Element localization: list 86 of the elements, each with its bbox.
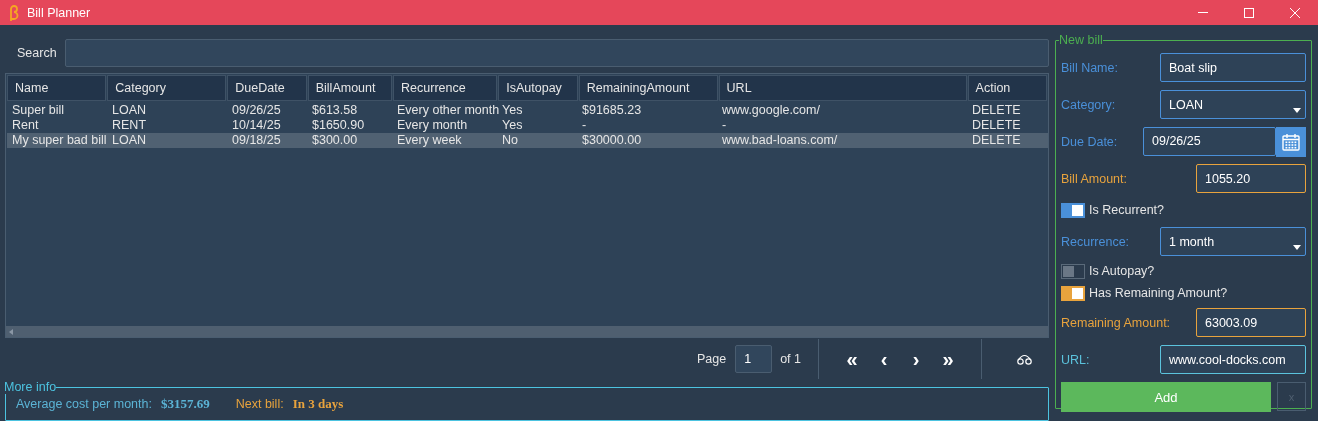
page-label: Page [696, 352, 727, 366]
field-label: Remaining Amount: [1061, 315, 1171, 330]
delete-link[interactable]: DELETE [967, 118, 1047, 133]
table-cell-text: $300.00 [311, 133, 359, 148]
table-cell-text: Every other month [396, 103, 497, 118]
window-title: Bill Planner [27, 5, 92, 20]
page-nav-button[interactable]: « [836, 344, 868, 374]
page-input[interactable]: 1 [735, 345, 773, 373]
table-row[interactable]: Rent RENT 10/14/25 $1650.90 Every month Yes - - DELETE [7, 118, 1048, 133]
delete-link[interactable]: DELETE [967, 103, 1047, 118]
column-header[interactable]: RemainingAmount [578, 75, 718, 101]
scroll-left-icon [9, 329, 13, 335]
field-label: Bill Name: [1061, 60, 1118, 75]
table-cell-text: No [501, 133, 519, 148]
table-row[interactable]: My super bad bill LOAN 09/18/25 $300.00 Every week No $30000.00 www.bad-loans.com/ DELETE [7, 133, 1048, 148]
field-label: URL: [1061, 352, 1090, 367]
page-nav-button[interactable]: ‹ [868, 344, 900, 374]
input-field[interactable]: 63003.09 [1196, 308, 1306, 337]
table-cell-text: $30000.00 [581, 133, 643, 148]
table-cell-text: - [721, 118, 728, 133]
field-label: Recurrence: [1061, 234, 1130, 249]
column-header[interactable]: Recurrence [393, 75, 498, 101]
table-cell-text: 10/14/25 [231, 118, 282, 133]
table-cell-text: Yes [501, 103, 524, 118]
table-cell-text: 09/26/25 [231, 103, 282, 118]
column-header[interactable]: URL [718, 75, 967, 101]
column-header[interactable]: IsAutopay [498, 75, 578, 101]
page-nav-button[interactable]: › [900, 344, 932, 374]
dropdown[interactable]: LOAN [1160, 90, 1306, 119]
info-label: Next bill: [235, 397, 284, 411]
table-cell-text: www.bad-loans.com/ [721, 133, 839, 148]
table-cell-text: Every month [396, 118, 469, 133]
table-row[interactable]: Super bill LOAN 09/26/25 $613.58 Every other month Yes $91685.23 www.google.com/ DELETE [7, 103, 1048, 118]
toggle-switch[interactable] [1061, 263, 1085, 279]
table-cell-text: My super bad bill [11, 133, 107, 148]
column-header[interactable]: DueDate [227, 75, 307, 101]
toggle-switch[interactable] [1061, 202, 1085, 218]
toggle-label: Has Remaining Amount? [1089, 286, 1228, 300]
table-cell-text: LOAN [111, 133, 148, 148]
column-header[interactable]: Action [967, 75, 1047, 101]
panel-title: New bill [1059, 33, 1103, 47]
calendar-button[interactable] [1276, 126, 1306, 157]
table-cell-text: RENT [111, 118, 148, 133]
toggle-label: Is Autopay? [1089, 264, 1155, 278]
field-label: Due Date: [1061, 134, 1118, 149]
table-cell-text: www.google.com/ [721, 103, 821, 118]
info-value: In 3 days [292, 396, 344, 412]
table-cell-text: - [581, 118, 588, 133]
dropdown[interactable]: 1 month [1160, 227, 1306, 256]
page-nav-button[interactable]: » [932, 344, 964, 374]
calendar-icon [1282, 132, 1300, 151]
table-cell-text: $613.58 [311, 103, 359, 118]
info-value: $3157.69 [160, 396, 210, 412]
info-label: Average cost per month: [16, 397, 152, 411]
table-cell-text: Yes [501, 118, 524, 133]
field-label: Bill Amount: [1061, 171, 1127, 186]
close-icon [1290, 7, 1300, 18]
column-header[interactable]: BillAmount [307, 75, 393, 101]
table-cell-text: $91685.23 [581, 103, 643, 118]
glasses-icon [1016, 353, 1032, 365]
field-label: Category: [1061, 97, 1116, 112]
column-header[interactable]: Category [107, 75, 227, 101]
delete-link[interactable]: DELETE [967, 133, 1047, 148]
minimize-icon [1198, 12, 1208, 13]
caret-icon [1293, 245, 1301, 250]
table-cell-text: LOAN [111, 103, 148, 118]
page-total: of 1 [780, 352, 801, 366]
table-cell-text: Every week [396, 133, 463, 148]
caret-icon [1293, 108, 1301, 113]
toggle-label: Is Recurrent? [1089, 203, 1165, 217]
table-cell-text: $1650.90 [311, 118, 366, 133]
date-field[interactable]: 09/26/25 [1143, 126, 1276, 156]
table-cell-text: Super bill [11, 103, 66, 118]
input-field[interactable]: Boat slip [1160, 53, 1306, 82]
table-cell-text: 09/18/25 [231, 133, 282, 148]
input-field[interactable]: 1055.20 [1196, 164, 1306, 193]
column-header[interactable]: Name [7, 75, 107, 101]
app-logo-icon [9, 4, 19, 21]
toggle-switch[interactable] [1061, 285, 1085, 301]
search-field[interactable] [64, 39, 1049, 67]
table-cell-text: Rent [11, 118, 40, 133]
input-field[interactable]: www.cool-docks.com [1160, 345, 1306, 374]
horizontal-scrollbar[interactable] [6, 326, 1048, 337]
search-label: Search [17, 46, 57, 60]
panel-title: More info [4, 380, 57, 394]
maximize-icon [1244, 7, 1254, 18]
